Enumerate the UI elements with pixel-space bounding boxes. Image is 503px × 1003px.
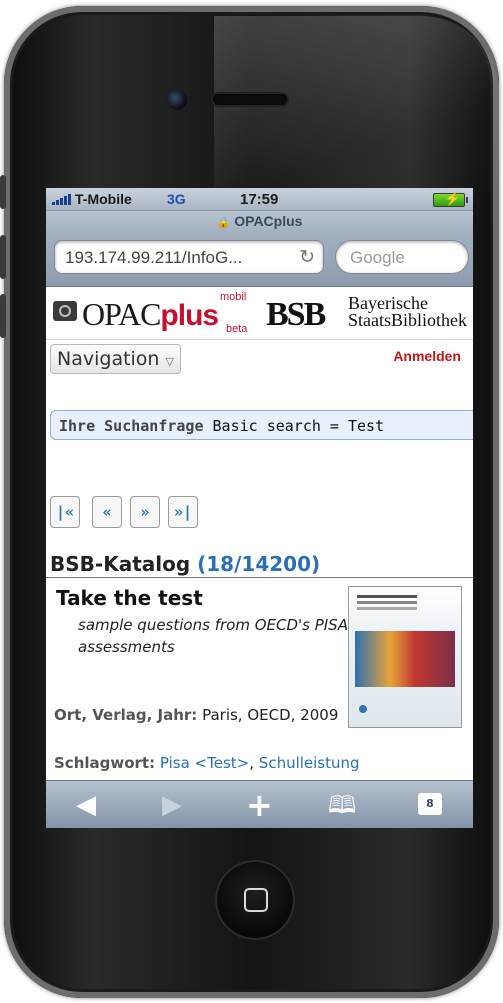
page-title: OPACplus bbox=[234, 213, 303, 229]
record-subjects: Schlagwort: Pisa <Test>, Schulleistung bbox=[54, 752, 360, 774]
first-page-button[interactable]: |« bbox=[50, 496, 80, 528]
volume-up-button bbox=[0, 235, 6, 279]
query-value: Basic search = Test bbox=[212, 417, 385, 435]
book-cover-image[interactable] bbox=[348, 586, 462, 728]
status-bar: T-Mobile 3G 17:59 ⚡ bbox=[46, 188, 473, 211]
subject-separator: , bbox=[249, 754, 255, 772]
opac-beta-label: beta bbox=[226, 323, 248, 335]
record-subtitle: sample questions from OECD's PISA assess… bbox=[78, 616, 348, 656]
search-input[interactable]: Google bbox=[335, 240, 469, 274]
cover-photo-band bbox=[355, 631, 455, 687]
opac-mobil-label: mobil bbox=[220, 291, 247, 303]
site-header: OPACplus mobil beta BSB Bayerische Staat… bbox=[46, 287, 473, 340]
url-field[interactable]: 193.174.99.211/InfoG... ↻ bbox=[54, 240, 324, 274]
cover-logo-icon bbox=[359, 705, 367, 713]
opac-logo-plus: plus bbox=[160, 299, 219, 332]
bsb-logo[interactable]: BSB bbox=[266, 296, 326, 334]
signal-icon bbox=[52, 194, 71, 205]
plus-icon[interactable]: + bbox=[246, 789, 273, 821]
bsb-library-name: Bayerische StaatsBibliothek bbox=[348, 294, 467, 330]
chevron-down-icon: ▽ bbox=[165, 355, 174, 368]
earpiece-speaker bbox=[213, 94, 287, 105]
opac-logo[interactable]: OPACplus bbox=[82, 296, 219, 333]
reload-icon[interactable]: ↻ bbox=[299, 241, 315, 273]
network-type: 3G bbox=[167, 191, 186, 207]
subject-label: Schlagwort: bbox=[54, 754, 156, 772]
search-query-box: Ihre Suchanfrage Basic search = Test bbox=[50, 410, 473, 440]
record-publication: Ort, Verlag, Jahr: Paris, OECD, 2009 bbox=[54, 704, 344, 726]
clock: 17:59 bbox=[240, 191, 279, 208]
lock-icon: 🔒 bbox=[216, 217, 231, 229]
catalog-count: (18/14200) bbox=[197, 552, 321, 576]
opac-logo-name: OPAC bbox=[82, 296, 161, 332]
browser-toolbar: ◀ ▶ + 🕮 8 bbox=[46, 780, 473, 828]
navigation-dropdown[interactable]: Navigation ▽ bbox=[50, 344, 181, 374]
address-bar: 193.174.99.211/InfoG... ↻ Google bbox=[46, 232, 473, 287]
front-camera bbox=[167, 90, 187, 110]
next-page-button[interactable]: » bbox=[130, 496, 160, 528]
record-title[interactable]: Take the test bbox=[56, 586, 203, 610]
volume-down-button bbox=[0, 294, 6, 338]
catalog-name: BSB-Katalog bbox=[50, 552, 191, 576]
phone-screen: T-Mobile 3G 17:59 ⚡ 🔒 OPACplus 193.174.99… bbox=[46, 188, 473, 828]
catalog-heading: BSB-Katalog (18/14200) bbox=[50, 552, 320, 576]
charging-icon: ⚡ bbox=[444, 191, 461, 206]
publication-value: Paris, OECD, 2009 bbox=[202, 706, 339, 724]
mute-switch bbox=[0, 175, 6, 209]
last-page-button[interactable]: »| bbox=[168, 496, 198, 528]
opac-logo-icon bbox=[53, 301, 77, 321]
home-square-icon bbox=[244, 888, 268, 912]
browser-title-bar: 🔒 OPACplus bbox=[46, 211, 473, 232]
previous-page-button[interactable]: « bbox=[92, 496, 122, 528]
carrier-name: T-Mobile bbox=[75, 191, 132, 207]
bookmarks-icon[interactable]: 🕮 bbox=[328, 789, 356, 821]
cover-title-lines bbox=[357, 595, 417, 598]
subject-link[interactable]: Schulleistung bbox=[259, 754, 360, 772]
url-text: 193.174.99.211/InfoG... bbox=[65, 248, 243, 267]
navigation-label: Navigation bbox=[57, 348, 160, 370]
publication-label: Ort, Verlag, Jahr: bbox=[54, 706, 198, 724]
pagination: |« « » »| bbox=[50, 496, 198, 528]
query-label: Ihre Suchanfrage bbox=[59, 417, 204, 435]
pages-count-button[interactable]: 8 bbox=[418, 793, 442, 815]
forward-arrow-icon[interactable]: ▶ bbox=[162, 789, 182, 821]
divider bbox=[46, 577, 473, 578]
bsb-name-line2: StaatsBibliothek bbox=[348, 310, 467, 330]
subject-link[interactable]: Pisa <Test> bbox=[160, 754, 249, 772]
navigation-row: Navigation ▽ Anmelden bbox=[46, 340, 473, 378]
login-link[interactable]: Anmelden bbox=[393, 348, 461, 364]
back-arrow-icon[interactable]: ◀ bbox=[76, 789, 96, 821]
